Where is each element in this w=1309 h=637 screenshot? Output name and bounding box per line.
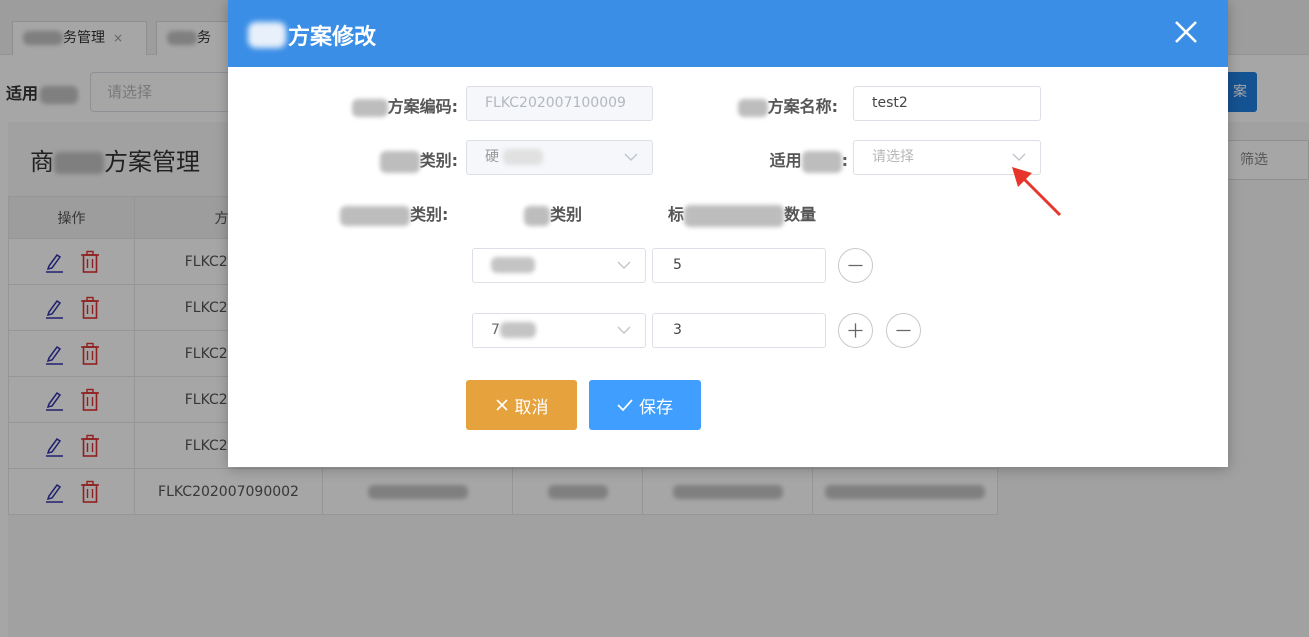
blurred-text — [248, 22, 286, 48]
blurred-text — [499, 322, 536, 338]
close-icon[interactable] — [1172, 18, 1200, 46]
edit-plan-dialog: 方案修改 方案编码: FLKC202007100009 方案名称: test2 … — [228, 0, 1228, 467]
plus-icon[interactable] — [838, 313, 873, 348]
blurred-text — [491, 257, 535, 273]
save-button[interactable]: 保存 — [589, 380, 701, 430]
minus-icon[interactable] — [886, 313, 921, 348]
blurred-text — [684, 204, 785, 227]
quantity-input[interactable]: 3 — [652, 313, 826, 348]
blurred-text — [340, 205, 410, 226]
annotation-arrow — [1012, 167, 1062, 217]
blurred-text — [379, 150, 420, 173]
category-select: 硬 — [466, 140, 653, 175]
blurred-text — [351, 98, 388, 117]
plan-name-label: 方案名称: — [714, 93, 838, 117]
x-icon — [495, 399, 508, 411]
column-label-category: 类别: — [340, 201, 460, 226]
chevron-down-icon — [624, 153, 638, 161]
dialog-header: 方案修改 — [228, 0, 1228, 67]
blurred-text — [801, 150, 842, 173]
column-label-subcategory: 类别 — [524, 201, 604, 226]
minus-icon[interactable] — [838, 248, 873, 283]
applicable-label: 适用: — [748, 147, 848, 173]
plan-code-label: 方案编码: — [340, 93, 458, 117]
item-type-select[interactable] — [472, 248, 646, 283]
blurred-text — [503, 149, 543, 165]
category-label: 类别: — [358, 147, 458, 173]
column-label-standard-quantity: 标数量 — [668, 201, 828, 227]
chevron-down-icon — [617, 261, 631, 269]
blurred-text — [524, 205, 550, 226]
plan-code-input: FLKC202007100009 — [466, 86, 653, 121]
quantity-input[interactable]: 5 — [652, 248, 826, 283]
plan-name-input[interactable]: test2 — [853, 86, 1041, 121]
chevron-down-icon — [617, 326, 631, 334]
cancel-button[interactable]: 取消 — [466, 380, 577, 430]
dialog-title: 方案修改 — [248, 19, 376, 51]
blurred-text — [737, 98, 768, 117]
check-icon — [617, 399, 633, 412]
item-type-select[interactable]: 7 — [472, 313, 646, 348]
